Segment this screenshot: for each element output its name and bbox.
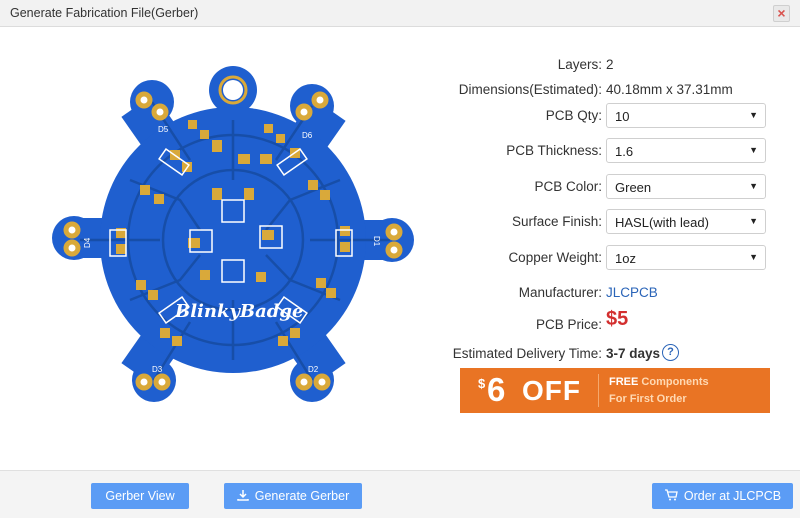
chevron-down-icon: ▼ xyxy=(749,145,758,155)
surface-finish-row: Surface Finish: HASL(with lead) ▼ xyxy=(440,209,780,235)
gerber-view-label: Gerber View xyxy=(105,489,175,503)
pcb-thickness-row: PCB Thickness: 1.6 ▼ xyxy=(440,138,780,164)
pcb-preview: D5 D6 D4 D1 D3 D2 BlinkyBadge xyxy=(40,60,430,420)
delivery-label: Estimated Delivery Time: xyxy=(452,346,602,361)
copper-weight-label: Copper Weight: xyxy=(508,250,602,265)
board-silkscreen-text: BlinkyBadge xyxy=(174,301,303,322)
generate-gerber-label: Generate Gerber xyxy=(254,489,350,503)
pcb-thickness-select[interactable]: 1.6 ▼ xyxy=(606,138,766,163)
delivery-row: Estimated Delivery Time: 3-7 days ? xyxy=(440,341,780,367)
copper-weight-row: Copper Weight: 1oz ▼ xyxy=(440,245,780,271)
led-label-d4: D4 xyxy=(83,237,92,248)
promo-divider xyxy=(598,374,599,407)
chevron-down-icon: ▼ xyxy=(749,181,758,191)
pcb-qty-row: PCB Qty: 10 ▼ xyxy=(440,103,780,129)
pcb-qty-select[interactable]: 10 ▼ xyxy=(606,103,766,128)
pcb-price-row: PCB Price: $5 xyxy=(440,308,780,338)
promo-first-order: For First Order xyxy=(609,393,687,405)
led-label-d5: D5 xyxy=(158,125,169,134)
led-label-d2: D2 xyxy=(308,365,319,374)
promo-banner[interactable]: $ 6 OFF FREE Components For First Order xyxy=(460,368,770,413)
led-label-d1: D1 xyxy=(372,236,381,247)
window-title-bar: Generate Fabrication File(Gerber) × xyxy=(0,0,800,27)
promo-free-line: FREE Components xyxy=(609,376,709,388)
pcb-qty-value: 10 xyxy=(615,109,630,124)
delivery-value: 3-7 days xyxy=(606,346,661,361)
layers-value: 2 xyxy=(606,57,614,72)
pcb-color-select[interactable]: Green ▼ xyxy=(606,174,766,199)
order-label: Order at JLCPCB xyxy=(683,489,782,503)
pcb-price-value: $5 xyxy=(606,308,629,330)
promo-amount: 6 xyxy=(487,371,506,408)
download-icon xyxy=(237,484,249,510)
pcb-thickness-value: 1.6 xyxy=(615,144,634,159)
chevron-down-icon: ▼ xyxy=(749,110,758,120)
gerber-view-button[interactable]: Gerber View xyxy=(91,483,189,509)
window-title: Generate Fabrication File(Gerber) xyxy=(10,6,199,20)
pcb-thickness-label: PCB Thickness: xyxy=(506,143,602,158)
pcb-color-row: PCB Color: Green ▼ xyxy=(440,174,780,200)
order-at-jlcpcb-button[interactable]: Order at JLCPCB xyxy=(652,483,793,509)
pcb-color-label: PCB Color: xyxy=(534,179,602,194)
close-button[interactable]: × xyxy=(773,5,790,22)
manufacturer-row: Manufacturer: JLCPCB xyxy=(440,280,780,306)
surface-finish-value: HASL(with lead) xyxy=(615,215,709,230)
layers-row: Layers: 2 xyxy=(440,52,780,78)
dimensions-label: Dimensions(Estimated): xyxy=(458,82,602,97)
chevron-down-icon: ▼ xyxy=(749,252,758,262)
dialog-footer: Gerber View Generate Gerber Order at JLC… xyxy=(0,470,800,518)
led-label-d6: D6 xyxy=(302,131,313,140)
copper-weight-select[interactable]: 1oz ▼ xyxy=(606,245,766,270)
surface-finish-select[interactable]: HASL(with lead) ▼ xyxy=(606,209,766,234)
led-label-d3: D3 xyxy=(152,365,163,374)
pcb-color-value: Green xyxy=(615,180,652,195)
layers-label: Layers: xyxy=(557,57,602,72)
promo-dollar: $ xyxy=(478,376,486,391)
cart-icon xyxy=(664,484,678,510)
close-icon: × xyxy=(777,5,786,21)
dimensions-value: 40.18mm x 37.31mm xyxy=(606,82,733,97)
generate-gerber-button[interactable]: Generate Gerber xyxy=(224,483,362,509)
surface-finish-label: Surface Finish: xyxy=(511,214,602,229)
help-icon[interactable]: ? xyxy=(662,344,679,361)
pcb-board-image: D5 D6 D4 D1 D3 D2 BlinkyBadge xyxy=(52,66,414,402)
promo-off: OFF xyxy=(522,375,581,406)
manufacturer-link[interactable]: JLCPCB xyxy=(606,285,658,300)
promo-components: Components xyxy=(641,376,709,388)
promo-free: FREE xyxy=(609,376,639,388)
pcb-qty-label: PCB Qty: xyxy=(545,108,602,123)
chevron-down-icon: ▼ xyxy=(749,216,758,226)
manufacturer-label: Manufacturer: xyxy=(518,285,602,300)
dimensions-row: Dimensions(Estimated): 40.18mm x 37.31mm xyxy=(440,77,780,103)
copper-weight-value: 1oz xyxy=(615,251,636,266)
pcb-price-label: PCB Price: xyxy=(535,317,602,332)
